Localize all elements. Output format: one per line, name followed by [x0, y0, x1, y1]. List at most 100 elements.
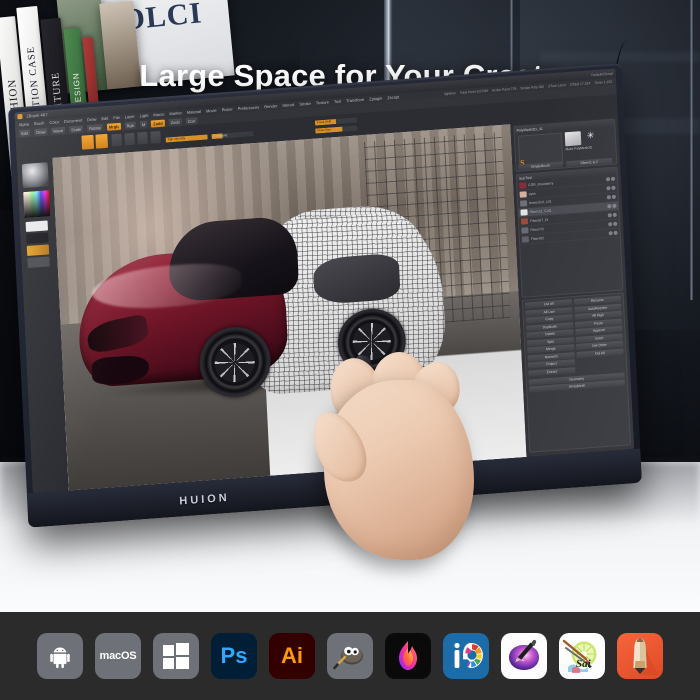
menu-item-zscript[interactable]: Zscript	[387, 94, 399, 100]
subtool-name: lensesCol_L01	[529, 199, 552, 206]
app-icon-windows[interactable]	[153, 633, 199, 679]
menu-item-edit[interactable]: Edit	[101, 116, 108, 122]
eye-icon	[605, 176, 616, 182]
app-icon-photoshop[interactable]: Ps	[211, 633, 257, 679]
app-icon-paint-tool-sai[interactable]: Sai	[559, 633, 605, 679]
swatch-black[interactable]	[26, 232, 49, 244]
menu-item-marker[interactable]: Marker	[169, 110, 182, 116]
material-selector[interactable]	[150, 130, 161, 144]
menu-item-tool[interactable]: Tool	[334, 99, 342, 105]
menu-item-zplugin[interactable]: Zplugin	[369, 96, 382, 102]
app-icon-sketchbook[interactable]	[617, 633, 663, 679]
eye-icon	[607, 221, 618, 227]
status-timer: Timer 1,152	[594, 79, 613, 85]
slider-z-intensity[interactable]: Z Intensity	[211, 131, 254, 140]
menu-item-light[interactable]: Light	[140, 113, 149, 119]
car-wireframe-window	[312, 253, 401, 305]
app-icon-ibis-paint[interactable]	[443, 633, 489, 679]
sketchbook-icon	[633, 638, 658, 675]
star-icon: ✳	[586, 130, 595, 141]
fibers-button[interactable]: Fibers1 & 2	[566, 157, 613, 168]
color-picker-swatch[interactable]	[23, 190, 51, 219]
app-icon-illustrator[interactable]: Ai	[269, 633, 315, 679]
shelf-item-m[interactable]: M	[139, 120, 148, 128]
swatch-gray[interactable]	[27, 256, 50, 268]
clone-3d-icon[interactable]	[564, 131, 582, 147]
swatch-orange[interactable]	[26, 244, 50, 256]
shelf-item-rgb[interactable]: Rgb	[124, 121, 137, 130]
stroke-selector[interactable]	[111, 133, 122, 147]
tool-panel: PolyMesh3D_41 Make PolyMesh3D ✳ S Simple…	[513, 118, 618, 172]
photoshop-icon: Ps	[220, 643, 248, 668]
shelf-item-zsub[interactable]: Zsub	[168, 117, 182, 126]
app-icon-android[interactable]	[37, 633, 83, 679]
eye-icon	[607, 212, 617, 218]
status-tool: lightbox	[444, 90, 456, 96]
shelf-item-zadd[interactable]: Zadd	[151, 119, 165, 128]
shelf-item-mrgb[interactable]: Mrgb	[106, 122, 121, 131]
zbrush-right-tray: PolyMesh3D_41 Make PolyMesh3D ✳ S Simple…	[510, 116, 635, 457]
macos-label: macOS	[99, 650, 137, 662]
shelf-item-move[interactable]: Move	[51, 126, 66, 135]
compatible-apps-bar: macOS Ps Ai Sai	[0, 612, 700, 700]
slider-rgb-intensity[interactable]: Rgb Intensity	[165, 134, 208, 143]
subtool-thumb	[519, 200, 528, 207]
subtool-thumb	[521, 236, 530, 243]
window-frame-3	[690, 0, 693, 300]
menu-item-alpha[interactable]: Alpha	[19, 122, 29, 128]
zbrush-logo-icon	[17, 113, 23, 120]
texture-selector[interactable]	[137, 131, 148, 145]
menu-item-movie[interactable]: Movie	[206, 108, 217, 114]
shelf-item-edit[interactable]: Edit	[19, 128, 31, 137]
shelf-item-draw[interactable]: Draw	[33, 127, 48, 136]
eye-icon	[608, 230, 618, 236]
flame-icon	[399, 641, 417, 670]
subtool-thumb	[520, 218, 529, 225]
menu-item-brush[interactable]: Brush	[34, 120, 45, 126]
slider-focal-shift[interactable]: Focal Shift	[314, 117, 358, 126]
make-polymesh3d-label[interactable]: Make PolyMesh3D	[565, 145, 592, 151]
menu-item-layer[interactable]: Layer	[125, 114, 135, 120]
gimp-icon	[333, 646, 363, 670]
menu-item-draw[interactable]: Draw	[87, 117, 97, 123]
slider-draw-size[interactable]: Draw Size	[315, 125, 358, 134]
menu-item-color[interactable]: Color	[49, 119, 59, 125]
status-ztools: ZTool 1,024	[548, 82, 566, 88]
material-preview-sphere[interactable]	[21, 162, 49, 189]
zbrush-window-title: ZBrush 4R7	[26, 112, 48, 119]
menu-item-stroke[interactable]: Stroke	[299, 101, 311, 107]
menu-item-macro[interactable]: Macro	[153, 112, 164, 118]
menu-item-picker[interactable]: Picker	[222, 107, 233, 113]
subtool-name: eyes	[528, 191, 536, 197]
subtool-thumb	[519, 182, 527, 189]
ibispaint-icon	[454, 642, 483, 668]
menu-item-stencil[interactable]: Stencil	[282, 102, 294, 108]
background-scene: DOLCI FASHION DECORATION CASE FURNITURE …	[0, 0, 700, 612]
app-icon-gimp[interactable]	[327, 633, 373, 679]
zbrush-default-script: DefaultZScript	[591, 71, 613, 77]
app-icon-macos[interactable]: macOS	[95, 633, 141, 679]
shelf-item-rotate[interactable]: Rotate	[86, 123, 104, 132]
menu-item-file[interactable]: File	[113, 115, 120, 120]
subtool-thumb	[520, 209, 528, 216]
brush-preset-1[interactable]	[81, 134, 95, 150]
menu-item-texture[interactable]: Texture	[316, 99, 329, 105]
subtool-panel: SubTool COR_strawberry eyes lensesCol_L0…	[515, 166, 624, 298]
menu-item-render[interactable]: Render	[264, 103, 277, 109]
slider-label: Z Intensity	[213, 133, 228, 139]
subtool-name: Fibers70	[530, 227, 544, 233]
brush-preset-2[interactable]	[95, 133, 109, 149]
svg-text:Sai: Sai	[576, 658, 592, 670]
hand-with-stylus	[300, 350, 510, 567]
subtool-name: Fibers07_Di	[529, 217, 549, 224]
swatch-white[interactable]	[25, 220, 49, 233]
app-icon-krita[interactable]	[501, 633, 547, 679]
shelf-item-zcut[interactable]: Zcut	[185, 116, 198, 125]
android-icon	[50, 647, 70, 669]
illustrator-icon: Ai	[281, 643, 303, 668]
shelf-item-scale[interactable]: Scale	[68, 125, 84, 134]
sai-icon: Sai	[562, 639, 597, 673]
huion-brand-logo: HUION	[179, 491, 230, 508]
app-icon-infinite-painter[interactable]	[385, 633, 431, 679]
alpha-selector[interactable]	[124, 132, 135, 146]
